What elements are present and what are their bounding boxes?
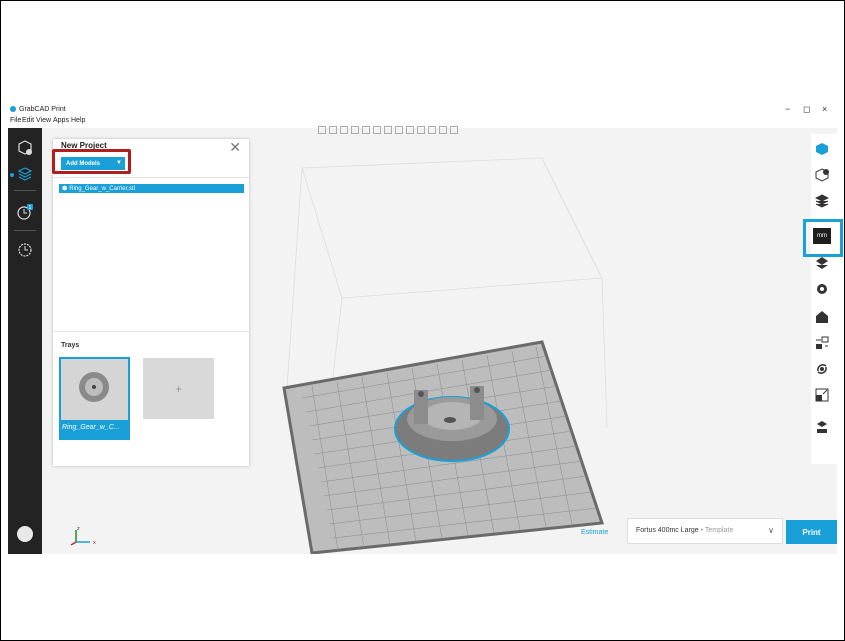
axis-indicator: z x xyxy=(68,524,108,550)
panel-divider xyxy=(53,177,249,178)
title-bar: GrabCAD Print − ◻ × xyxy=(8,104,837,116)
scale-icon[interactable] xyxy=(811,384,833,406)
model-file-icon: ⬢ xyxy=(62,186,68,192)
tray-thumbnail xyxy=(61,359,128,420)
close-window-button[interactable]: × xyxy=(822,104,827,114)
highlight-annotation-red xyxy=(52,149,131,174)
trays-heading: Trays xyxy=(61,342,80,349)
print-prep-icon[interactable] xyxy=(15,164,35,184)
cube-check-icon[interactable] xyxy=(811,164,833,186)
tray-card[interactable]: Ring_Gear_w_C... xyxy=(59,357,130,440)
minimize-button[interactable]: − xyxy=(785,104,790,114)
estimate-button[interactable]: Estimate xyxy=(581,529,608,536)
printer-template-label: • Template xyxy=(698,527,734,534)
view-top-icon[interactable] xyxy=(362,126,370,134)
add-model-icon[interactable] xyxy=(15,138,35,158)
maximize-button[interactable]: ◻ xyxy=(803,104,810,115)
zoom-out-icon[interactable] xyxy=(428,126,436,134)
rotate-icon[interactable] xyxy=(811,358,833,380)
cube-icon[interactable] xyxy=(811,138,833,160)
left-sidebar: 1 xyxy=(8,128,42,554)
add-tray-button[interactable]: + xyxy=(143,358,214,419)
print-button[interactable]: Print xyxy=(786,520,837,544)
app-logo-icon xyxy=(10,106,16,112)
menu-file[interactable]: File xyxy=(10,117,21,124)
history-icon[interactable] xyxy=(15,240,35,260)
axis-x-label: x xyxy=(93,540,96,546)
view-right-icon[interactable] xyxy=(351,126,359,134)
view-left-icon[interactable] xyxy=(340,126,348,134)
printer-select[interactable]: Fortus 400mc Large • Template ∨ xyxy=(627,518,783,544)
trays-divider xyxy=(53,331,249,332)
zoom-in-icon[interactable] xyxy=(417,126,425,134)
view-bottom-icon[interactable] xyxy=(373,126,381,134)
app-title: GrabCAD Print xyxy=(19,106,66,113)
printer-name: Fortus 400mc Large xyxy=(636,527,699,534)
move-icon[interactable] xyxy=(811,332,833,354)
view-toolbar xyxy=(318,126,458,136)
support-icon[interactable] xyxy=(811,306,833,328)
sidebar-divider-2 xyxy=(14,230,36,231)
menu-help[interactable]: Help xyxy=(71,117,85,124)
queue-badge: 1 xyxy=(28,205,31,211)
right-toolbar: mm xyxy=(811,134,837,464)
view-iso2-icon[interactable] xyxy=(395,126,403,134)
close-panel-button[interactable]: ✕ xyxy=(229,139,241,156)
active-indicator xyxy=(10,173,14,177)
view-front-icon[interactable] xyxy=(318,126,326,134)
view-back-icon[interactable] xyxy=(329,126,337,134)
view-iso-icon[interactable] xyxy=(384,126,392,134)
menu-apps[interactable]: Apps xyxy=(53,117,69,124)
tray-name: Ring_Gear_w_C... xyxy=(62,424,120,431)
axis-toggle-icon[interactable] xyxy=(450,126,458,134)
menu-view[interactable]: View xyxy=(36,117,51,124)
zoom-fit-icon[interactable] xyxy=(439,126,447,134)
highlight-annotation-blue xyxy=(803,219,843,257)
menu-edit[interactable]: Edit xyxy=(22,117,34,124)
file-list-item[interactable]: ⬢ Ring_Gear_w_Carrier.stl xyxy=(59,184,244,193)
file-name: Ring_Gear_w_Carrier.stl xyxy=(69,185,135,192)
report-icon[interactable] xyxy=(811,416,833,438)
project-panel: New Project ✕ Add Models ▼ ⬢ Ring_Gear_w… xyxy=(53,139,249,466)
gear-icon[interactable] xyxy=(811,278,833,300)
layers-icon[interactable] xyxy=(811,190,833,212)
sidebar-divider xyxy=(14,190,36,191)
fit-view-icon[interactable] xyxy=(406,126,414,134)
user-avatar[interactable] xyxy=(17,526,33,542)
axis-z-label: z xyxy=(77,526,80,532)
queue-clock-icon[interactable]: 1 xyxy=(15,202,35,222)
chevron-down-icon[interactable]: ∨ xyxy=(768,526,774,535)
